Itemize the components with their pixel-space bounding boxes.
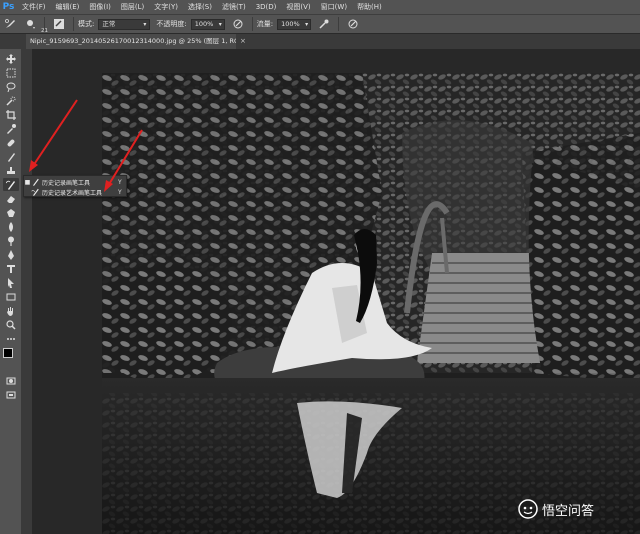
watermark: 悟空问答 — [518, 499, 594, 519]
annotation-arrow-1 — [32, 99, 78, 167]
wukong-logo-icon — [518, 499, 538, 519]
watermark-text: 悟空问答 — [542, 503, 595, 519]
annotation-arrows — [29, 99, 143, 192]
annotation-arrow-2 — [107, 129, 143, 187]
